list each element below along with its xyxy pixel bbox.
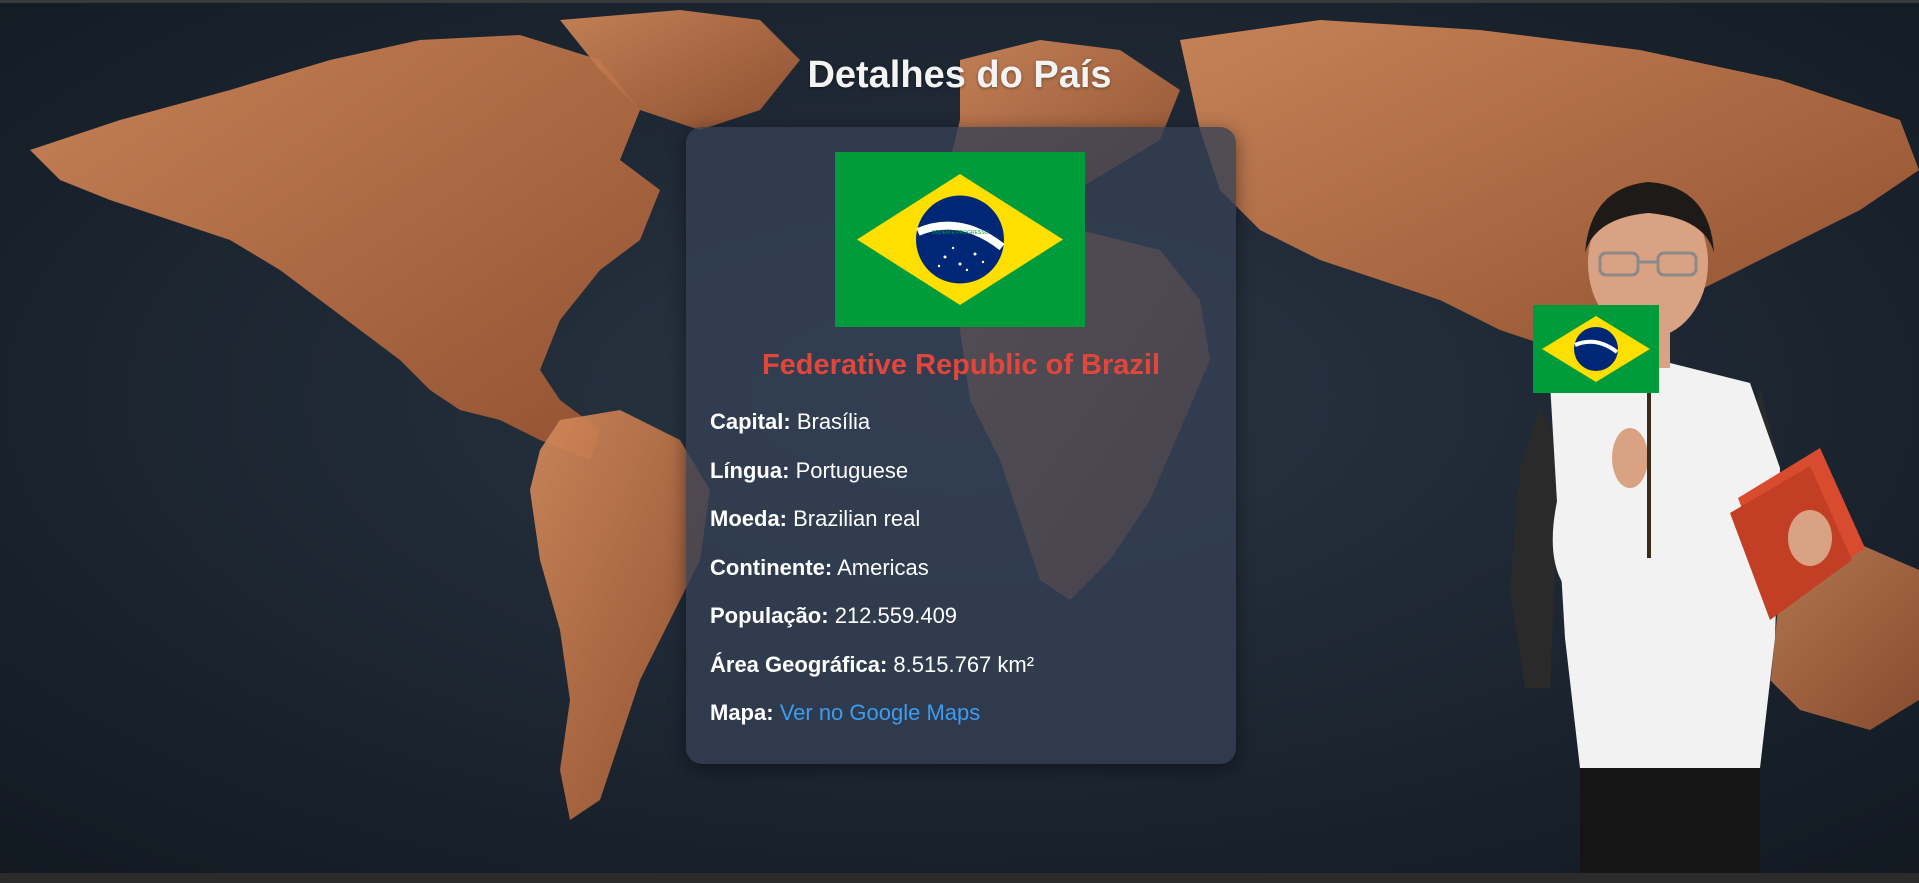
population-row: População: 212.559.409: [710, 603, 957, 629]
currency-row: Moeda: Brazilian real: [710, 506, 920, 532]
capital-row: Capital: Brasília: [710, 409, 870, 435]
continent-value: Americas: [837, 555, 929, 580]
browser-top-edge: [0, 0, 1919, 3]
language-label: Língua:: [710, 458, 790, 483]
area-row: Área Geográfica: 8.515.767 km²: [710, 652, 1034, 678]
continent-row: Continente: Americas: [710, 555, 929, 581]
page-title: Detalhes do País: [807, 54, 1112, 96]
language-value: Portuguese: [795, 458, 909, 483]
map-label: Mapa:: [710, 700, 774, 725]
brazil-flag-icon: ORDEM E PROGRESSO: [835, 152, 1085, 327]
flag-motto: ORDEM E PROGRESSO: [932, 230, 989, 236]
area-value: 8.515.767 km²: [893, 652, 1035, 677]
language-row: Língua: Portuguese: [710, 458, 908, 484]
map-row: Mapa: Ver no Google Maps: [710, 700, 980, 726]
currency-value: Brazilian real: [793, 506, 921, 531]
capital-label: Capital:: [710, 409, 791, 434]
capital-value: Brasília: [796, 409, 871, 434]
population-value: 212.559.409: [834, 603, 958, 628]
area-label: Área Geográfica:: [710, 652, 888, 677]
google-maps-link[interactable]: Ver no Google Maps: [780, 700, 981, 725]
person-with-flag-illustration: [1510, 182, 1865, 875]
browser-bottom-edge: [0, 873, 1919, 883]
continent-label: Continente:: [710, 555, 833, 580]
population-label: População:: [710, 603, 829, 628]
country-details-card: ORDEM E PROGRESSO Federative Republic of…: [686, 127, 1236, 764]
currency-label: Moeda:: [710, 506, 787, 531]
country-official-name: Federative Republic of Brazil: [761, 349, 1161, 381]
